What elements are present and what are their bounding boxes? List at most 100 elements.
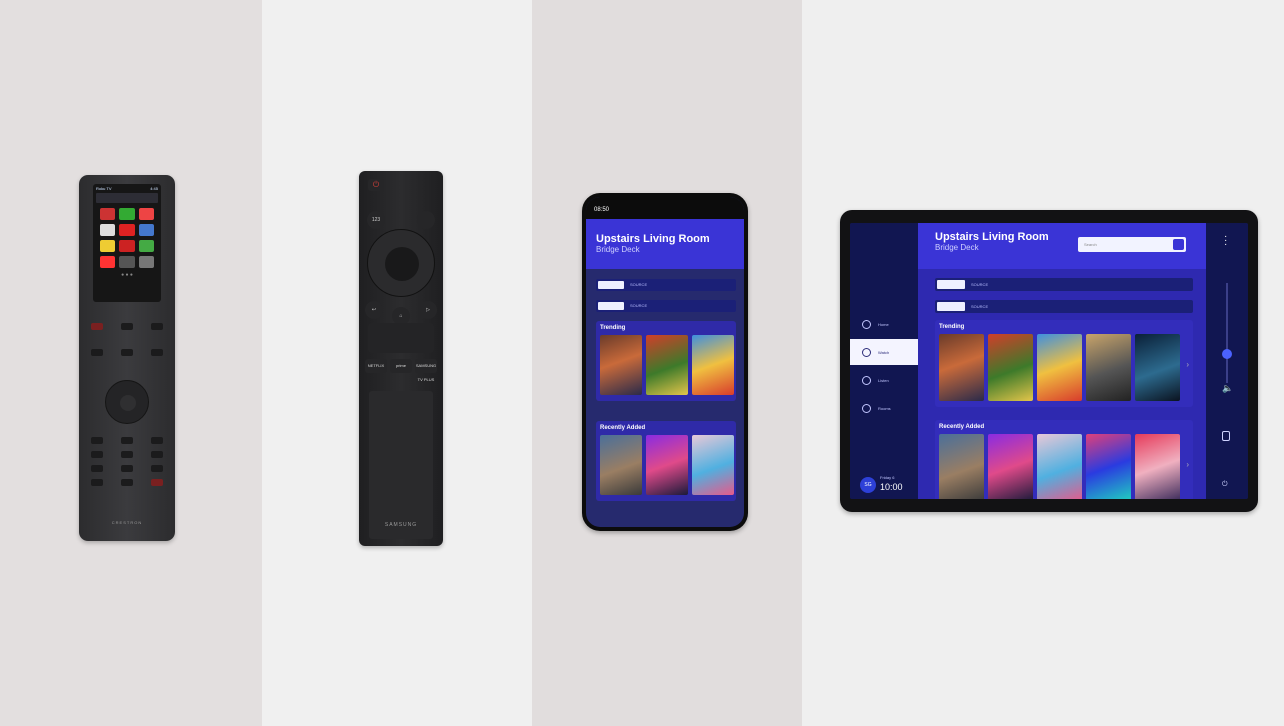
poster[interactable] xyxy=(646,335,688,395)
time-label: 10:00 xyxy=(880,482,903,492)
poster[interactable] xyxy=(1135,434,1180,499)
channel-logo[interactable] xyxy=(100,240,116,252)
menu-button[interactable] xyxy=(151,323,163,330)
poster[interactable] xyxy=(1037,434,1082,499)
volume-button[interactable] xyxy=(91,349,103,356)
volume-channel-rocker[interactable] xyxy=(368,323,434,353)
crestron-remote: Roku TV 4:45 ● ● ● CRESTRON xyxy=(79,175,175,541)
source-label: SOURCE xyxy=(971,282,989,287)
nav-item-rooms[interactable]: Rooms xyxy=(850,395,918,421)
poster[interactable] xyxy=(692,435,734,495)
crestron-top-buttons xyxy=(91,323,163,330)
channel-logo[interactable] xyxy=(138,240,154,252)
next-button[interactable] xyxy=(151,465,163,472)
channel-logo[interactable] xyxy=(138,208,154,220)
volume-slider-track[interactable] xyxy=(1226,283,1228,383)
channel-logo[interactable] xyxy=(100,256,116,268)
avatar[interactable]: SG xyxy=(860,477,876,493)
more-icon[interactable]: · · · xyxy=(1224,232,1227,250)
power-icon[interactable]: ⏻ xyxy=(368,179,384,191)
source-selector-1[interactable]: SOURCE xyxy=(596,279,736,291)
netflix-button[interactable]: NETFLIX xyxy=(365,359,387,373)
power-button[interactable] xyxy=(91,323,103,330)
source-selector-2[interactable]: SOURCE xyxy=(935,300,1193,313)
chevron-right-icon[interactable]: › xyxy=(1186,460,1189,469)
poster[interactable] xyxy=(600,435,642,495)
poster[interactable] xyxy=(988,434,1033,499)
poster[interactable] xyxy=(600,335,642,395)
dvr-button[interactable] xyxy=(121,479,133,486)
mic-button[interactable] xyxy=(121,323,133,330)
volume-slider-knob[interactable] xyxy=(1222,349,1232,359)
channel-logo[interactable] xyxy=(119,208,135,220)
poster[interactable] xyxy=(1086,434,1131,499)
volume-icon[interactable]: 🔈 xyxy=(1222,383,1233,394)
poster[interactable] xyxy=(1037,334,1082,401)
poster[interactable] xyxy=(692,335,734,395)
source-pill[interactable] xyxy=(937,280,965,289)
ok-button[interactable] xyxy=(120,395,136,411)
tablet-volume-panel: · · · 🔈 ⏻ xyxy=(1206,223,1248,499)
source-pill[interactable] xyxy=(937,302,965,311)
play-button[interactable] xyxy=(121,451,133,458)
source-pill[interactable] xyxy=(598,281,624,289)
remote-icon[interactable] xyxy=(1222,431,1230,441)
source-selector-2[interactable]: SOURCE xyxy=(596,300,736,312)
play-pause-button[interactable]: ▷ xyxy=(419,301,437,319)
phone-screen: 08:50 Upstairs Living Room Bridge Deck S… xyxy=(586,197,744,527)
nav-item-listen[interactable]: Listen xyxy=(850,367,918,393)
rewind-button[interactable] xyxy=(91,451,103,458)
poster[interactable] xyxy=(988,334,1033,401)
nav-item-home[interactable]: Home xyxy=(850,311,918,337)
poster[interactable] xyxy=(646,435,688,495)
trending-posters xyxy=(939,334,1189,403)
nav-label: Rooms xyxy=(878,405,891,411)
search-icon[interactable] xyxy=(1173,239,1184,250)
poster[interactable] xyxy=(939,434,984,499)
source-pill[interactable] xyxy=(598,302,624,310)
forward-button[interactable] xyxy=(151,451,163,458)
poster[interactable] xyxy=(939,334,984,401)
prev-button[interactable] xyxy=(91,465,103,472)
rooms-icon xyxy=(862,403,871,413)
back-button[interactable]: ↩ xyxy=(365,301,383,319)
nav-item-watch[interactable]: Watch xyxy=(850,339,918,365)
num-button[interactable]: 123 xyxy=(367,211,385,229)
prime-button[interactable]: prime xyxy=(390,359,412,373)
guide-button[interactable] xyxy=(121,349,133,356)
pause-button[interactable] xyxy=(121,465,133,472)
record-button[interactable] xyxy=(151,479,163,486)
navigation-ring[interactable] xyxy=(367,229,435,297)
poster[interactable] xyxy=(1086,334,1131,401)
search-input[interactable]: Search xyxy=(1078,237,1186,252)
channel-logo[interactable] xyxy=(100,208,116,220)
channel-logo[interactable] xyxy=(138,224,154,236)
channel-logo[interactable] xyxy=(119,240,135,252)
exit-button[interactable] xyxy=(91,437,103,444)
trending-section: Trending xyxy=(596,321,736,401)
channel-logo[interactable] xyxy=(138,256,154,268)
crestron-screen-time: 4:45 xyxy=(150,185,158,191)
color-button[interactable] xyxy=(417,211,435,229)
chevron-right-icon[interactable]: › xyxy=(1186,360,1189,369)
crestron-channel-grid xyxy=(93,204,161,272)
channel-logo[interactable] xyxy=(119,256,135,268)
channel-logo[interactable] xyxy=(100,224,116,236)
samsung-tv-plus-button[interactable]: SAMSUNG TV PLUS xyxy=(415,359,437,382)
tablet: Home Watch Listen Rooms SG Friday 6 10:0… xyxy=(840,210,1258,512)
home-icon xyxy=(862,319,871,329)
power-icon[interactable]: ⏻ xyxy=(1222,481,1228,489)
select-button[interactable] xyxy=(385,247,419,281)
source-selector-1[interactable]: SOURCE xyxy=(935,278,1193,291)
last-button[interactable] xyxy=(151,437,163,444)
info-button[interactable] xyxy=(121,437,133,444)
poster[interactable] xyxy=(1135,334,1180,401)
channel-logo[interactable] xyxy=(119,224,135,236)
stop-button[interactable] xyxy=(91,479,103,486)
phone: 08:50 Upstairs Living Room Bridge Deck S… xyxy=(582,193,748,531)
room-subtitle: Bridge Deck xyxy=(596,245,640,254)
crestron-screen: Roku TV 4:45 ● ● ● xyxy=(93,184,161,302)
dpad[interactable] xyxy=(105,380,149,424)
phone-header: Upstairs Living Room Bridge Deck xyxy=(586,219,744,269)
channel-button[interactable] xyxy=(151,349,163,356)
